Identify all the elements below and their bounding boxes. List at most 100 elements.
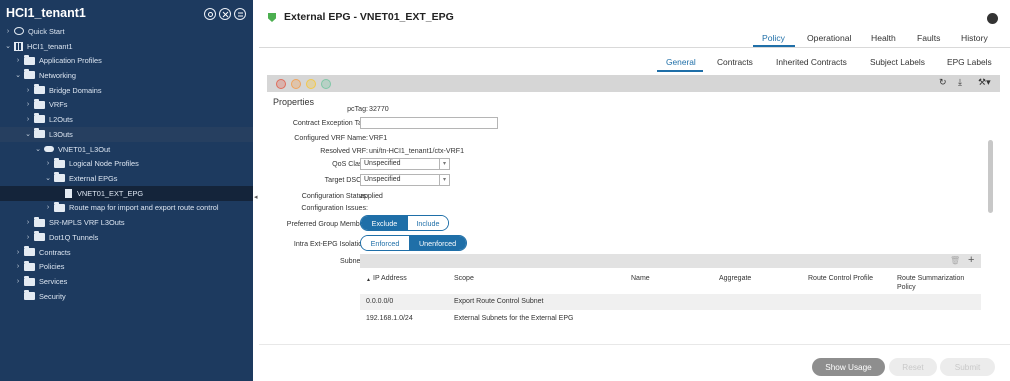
swap-icon[interactable] [234,8,246,20]
subtab-subject-labels[interactable]: Subject Labels [870,57,925,67]
subtab-epg-labels[interactable]: EPG Labels [947,57,992,67]
submit-button[interactable]: Submit [940,358,995,376]
toolbar: ↻ ⤓ ⚒▾ [267,75,1000,92]
chevron-right-icon[interactable]: › [13,278,23,285]
refresh-icon[interactable]: ↻ [939,77,947,88]
column-aggregate[interactable]: Aggregate [719,274,751,283]
chevron-right-icon[interactable]: › [23,234,33,241]
resolved-vrf-label: Resolved VRF: [320,147,368,155]
sidebar-item-label: VNET01_EXT_EPG [77,188,144,198]
subnet-scope: External Subnets for the External EPG [454,315,574,322]
chevron-right-icon[interactable]: › [3,28,13,35]
add-icon[interactable]: + [968,254,974,266]
epg-document-icon [65,188,72,198]
delete-icon[interactable]: 🗑 [950,256,960,265]
target-dscp-value: Unspecified [364,176,401,183]
column-route-summarization-policy[interactable]: Route Summarization Policy [897,274,977,292]
chevron-down-icon[interactable]: ▾ [439,175,449,185]
scrollbar-thumb[interactable] [988,140,993,213]
chevron-down-icon[interactable]: ⌄ [3,42,13,50]
sidebar-item-services[interactable]: › Services [0,275,253,290]
qos-class-select[interactable]: Unspecified ▾ [360,158,450,170]
chevron-right-icon[interactable]: › [13,249,23,256]
sidebar-item-bridge-domains[interactable]: › Bridge Domains [0,83,253,98]
chevron-right-icon[interactable]: › [23,101,33,108]
chevron-right-icon[interactable]: › [23,219,33,226]
major-fault-icon[interactable] [291,78,301,89]
minor-fault-icon[interactable] [306,78,316,89]
sidebar-item-vrfs[interactable]: › VRFs [0,98,253,113]
chevron-right-icon[interactable]: › [43,160,53,167]
sidebar-resize-handle[interactable]: ◂ [254,193,258,201]
preferred-group-toggle[interactable]: Exclude Include [360,215,449,231]
sidebar-item-label: Contracts [39,247,71,257]
sidebar-item-logical-node-profiles[interactable]: › Logical Node Profiles [0,157,253,172]
sidebar-item-vnet01-ext-epg[interactable]: VNET01_EXT_EPG [0,186,253,201]
chevron-down-icon[interactable]: ⌄ [13,71,23,79]
sidebar-item-l3outs[interactable]: ⌄ L3Outs [0,127,253,142]
chevron-down-icon[interactable]: ▾ [439,159,449,169]
tools-icon[interactable]: ⚒▾ [978,77,991,88]
chevron-right-icon[interactable]: › [43,204,53,211]
tab-operational[interactable]: Operational [807,33,851,43]
download-icon[interactable]: ⤓ [958,77,962,88]
sidebar-item-external-epgs[interactable]: ⌄ External EPGs [0,171,253,186]
reset-button[interactable]: Reset [889,358,937,376]
tab-history[interactable]: History [961,33,988,43]
folder-icon [24,69,35,80]
chevron-right-icon[interactable]: › [13,263,23,270]
page-title: External EPG - VNET01_EXT_EPG [284,11,454,23]
target-dscp-select[interactable]: Unspecified ▾ [360,174,450,186]
intra-isolation-unenforced[interactable]: Unenforced [409,236,466,250]
column-ip-address[interactable]: IP Address [373,274,407,283]
show-usage-button[interactable]: Show Usage [812,358,885,376]
sidebar-item-route-map[interactable]: › Route map for import and export route … [0,201,253,216]
tab-faults[interactable]: Faults [917,33,940,43]
preferred-group-include[interactable]: Include [407,216,448,230]
intra-isolation-label: Intra Ext-EPG Isolation: [293,240,368,248]
sidebar-item-application-profiles[interactable]: › Application Profiles [0,54,253,69]
tab-health[interactable]: Health [871,33,896,43]
subtab-inherited-contracts[interactable]: Inherited Contracts [776,57,847,67]
sidebar-item-vnet01-l3out[interactable]: ⌄ VNET01_L3Out [0,142,253,157]
column-route-control-profile[interactable]: Route Control Profile [808,274,873,283]
sidebar-item-quick-start[interactable]: › Quick Start [0,24,253,39]
critical-fault-icon[interactable] [276,78,286,89]
bookmark-icon[interactable] [987,13,998,24]
sidebar-item-l2outs[interactable]: › L2Outs [0,112,253,127]
column-scope[interactable]: Scope [454,274,474,283]
warning-fault-icon[interactable] [321,78,331,89]
chevron-down-icon[interactable]: ⌄ [33,145,43,153]
preferred-group-exclude[interactable]: Exclude [361,216,408,230]
contract-exception-tag-input[interactable] [360,117,498,129]
chevron-right-icon[interactable]: › [23,87,33,94]
sidebar-item-networking[interactable]: ⌄ Networking [0,68,253,83]
intra-isolation-enforced[interactable]: Enforced [361,236,410,250]
sidebar-item-dot1q-tunnels[interactable]: › Dot1Q Tunnels [0,230,253,245]
sidebar-item-policies[interactable]: › Policies [0,260,253,275]
sidebar-item-contracts[interactable]: › Contracts [0,245,253,260]
chevron-right-icon[interactable]: › [13,57,23,64]
intra-isolation-toggle[interactable]: Enforced Unenforced [360,235,467,251]
tenant-title: HCI1_tenant1 [6,6,86,20]
sort-up-icon[interactable]: ▲ [366,276,371,285]
table-row[interactable]: 192.168.1.0/24 External Subnets for the … [360,311,981,327]
column-name[interactable]: Name [631,274,650,283]
sidebar-item-tenant[interactable]: ⌄ HCI1_tenant1 [0,39,253,54]
scrollbar-track[interactable] [987,97,994,343]
chevron-down-icon[interactable]: ⌄ [23,130,33,138]
chevron-right-icon[interactable]: › [23,116,33,123]
home-ring-icon[interactable] [204,8,216,20]
chevron-down-icon[interactable]: ⌄ [43,174,53,182]
sidebar-item-sr-mpls-vrf-l3outs[interactable]: › SR-MPLS VRF L3Outs [0,216,253,231]
folder-icon [54,157,65,168]
crossed-badge-icon[interactable] [219,8,231,20]
subtab-general[interactable]: General [666,57,696,67]
subnets-table-toolbar: 🗑 + [360,254,981,268]
config-issues-label: Configuration Issues: [301,204,368,212]
quick-start-icon [14,27,24,36]
sidebar-item-security[interactable]: Security [0,289,253,304]
table-row[interactable]: 0.0.0.0/0 Export Route Control Subnet [360,294,981,310]
tab-policy[interactable]: Policy [762,33,785,43]
subtab-contracts[interactable]: Contracts [717,57,753,67]
